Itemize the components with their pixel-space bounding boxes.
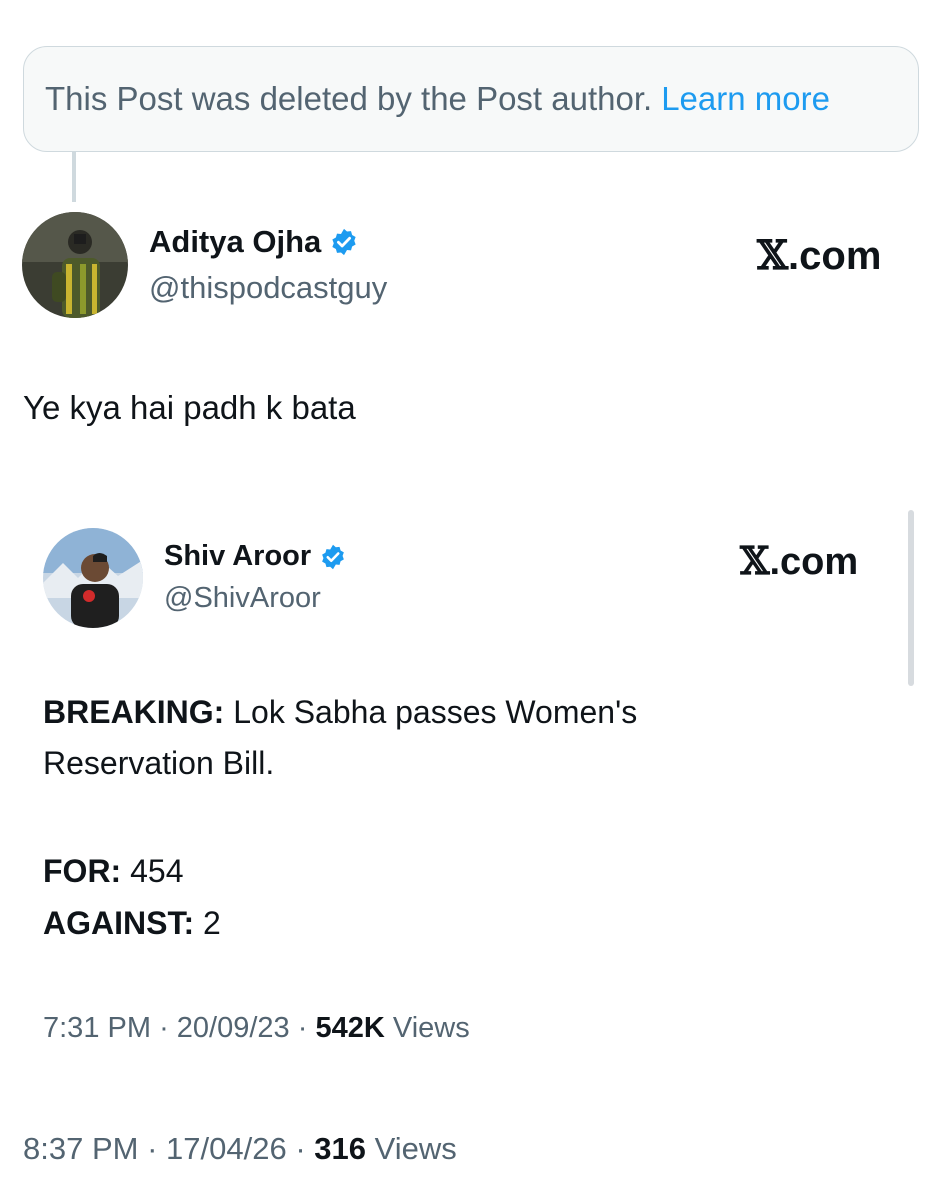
quoted-post-meta: 7:31 PM · 20/09/23 · 542K Views [43, 1012, 470, 1045]
quoted-author-name[interactable]: Shiv Aroor [164, 540, 311, 573]
vote-for-value: 454 [121, 853, 184, 889]
quoted-text-line2: Reservation Bill. [43, 745, 275, 781]
post-views-count: 316 [314, 1131, 367, 1166]
deleted-notice-text: This Post was deleted by the Post author… [45, 80, 653, 117]
meta-separator: · [147, 1131, 158, 1166]
avatar-photo [22, 212, 128, 318]
post-author-name-row[interactable]: Aditya Ojha [149, 224, 359, 260]
avatar[interactable] [22, 212, 128, 318]
post-date[interactable]: 17/04/26 [166, 1131, 287, 1166]
learn-more-link[interactable]: Learn more [661, 80, 830, 118]
post-views-label: Views [374, 1131, 457, 1166]
breaking-label: BREAKING: [43, 694, 225, 730]
quoted-text-line1: BREAKING: Lok Sabha passes Women's [43, 694, 637, 731]
quoted-post-time[interactable]: 7:31 PM [43, 1012, 151, 1044]
scrollbar[interactable] [908, 510, 914, 686]
x-logo-icon: 𝕏 [740, 538, 770, 583]
quoted-avatar-photo [43, 528, 143, 628]
quoted-post-date[interactable]: 20/09/23 [177, 1012, 290, 1044]
quoted-views-count: 542K [315, 1012, 385, 1044]
deleted-post-notice: This Post was deleted by the Post author… [23, 46, 919, 152]
meta-separator: · [159, 1012, 169, 1044]
vote-against-label: AGAINST: [43, 905, 195, 941]
vote-against-line: AGAINST: 2 [43, 905, 221, 942]
breaking-headline: Lok Sabha passes Women's [224, 694, 638, 730]
thread-connector-line [72, 152, 76, 202]
post-author-name[interactable]: Aditya Ojha [149, 224, 321, 260]
quoted-x-logo: 𝕏 .com [740, 538, 858, 584]
verified-badge-icon [332, 228, 356, 256]
brand-domain-text: .com [788, 234, 882, 278]
post-meta: 8:37 PM · 17/04/26 · 316 Views [23, 1131, 457, 1167]
post-author-handle[interactable]: @thispodcastguy [149, 270, 387, 306]
post-time[interactable]: 8:37 PM [23, 1131, 138, 1166]
quoted-avatar[interactable] [43, 528, 143, 628]
quoted-views-label: Views [392, 1012, 470, 1044]
meta-separator: · [297, 1012, 308, 1044]
vote-for-line: FOR: 454 [43, 853, 183, 890]
verified-badge-icon [322, 544, 345, 569]
x-logo-icon: 𝕏 [757, 232, 789, 279]
vote-for-label: FOR: [43, 853, 122, 889]
x-logo: 𝕏 .com [757, 232, 881, 279]
post-body-text: Ye kya hai padh k bata [23, 389, 356, 426]
meta-separator: · [295, 1131, 306, 1166]
quoted-author-name-row[interactable]: Shiv Aroor [164, 540, 347, 573]
quoted-author-handle[interactable]: @ShivAroor [164, 582, 321, 615]
vote-against-value: 2 [194, 905, 221, 941]
brand-domain-text: .com [769, 541, 859, 583]
